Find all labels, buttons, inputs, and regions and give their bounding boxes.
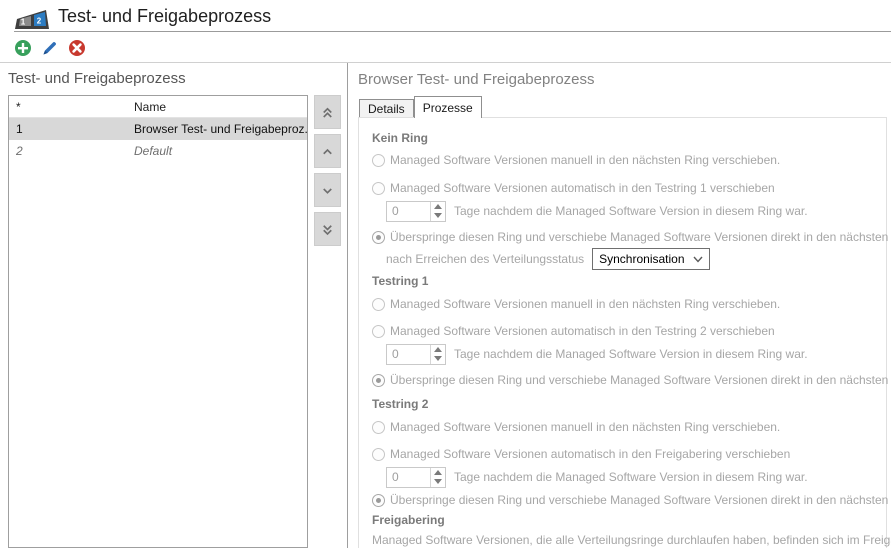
testring1-days-row: 0 Tage nachdem die Managed Software Vers…: [386, 343, 808, 365]
panel-separator: [347, 63, 348, 548]
radio-checked-icon: [372, 231, 385, 244]
testring2-option-manual[interactable]: Managed Software Versionen manuell in de…: [372, 419, 780, 435]
move-to-bottom-button[interactable]: [314, 212, 341, 246]
add-button[interactable]: [14, 39, 32, 57]
test-freigabeprozess-window: 1 2 Test- und Freigabeprozess Test: [0, 0, 891, 548]
spinner-up-icon[interactable]: [431, 345, 445, 355]
tab-strip: Details Prozesse: [359, 96, 482, 118]
spinner-down-icon[interactable]: [431, 354, 445, 364]
days-spinner[interactable]: 0: [386, 344, 446, 365]
edit-button[interactable]: [41, 39, 59, 57]
detail-panel-title: Browser Test- und Freigabeprozess: [358, 71, 595, 88]
radio-unchecked-icon: [372, 325, 385, 338]
days-spinner[interactable]: 0: [386, 201, 446, 222]
reorder-buttons: [314, 95, 341, 246]
testring2-days-row: 0 Tage nachdem die Managed Software Vers…: [386, 466, 808, 488]
svg-text:2: 2: [37, 17, 42, 26]
chevron-down-icon: [320, 183, 335, 198]
spinner-up-icon[interactable]: [431, 468, 445, 478]
radio-checked-icon: [372, 494, 385, 507]
kein-ring-option-manual[interactable]: Managed Software Versionen manuell in de…: [372, 152, 780, 168]
spinner-down-icon[interactable]: [431, 477, 445, 487]
table-row-browser-prozess[interactable]: 1 Browser Test- und Freigabeproz...: [9, 118, 307, 140]
section-heading-testring-2: Testring 2: [372, 397, 428, 411]
column-header-name: Name: [134, 100, 307, 114]
kein-ring-status-row: nach Erreichen des Verteilungsstatus Syn…: [386, 248, 710, 270]
left-panel-title: Test- und Freigabeprozess: [8, 70, 186, 87]
column-header-order: *: [9, 100, 134, 114]
freigabering-description: Managed Software Versionen, die alle Ver…: [372, 533, 891, 547]
section-heading-freigabering: Freigabering: [372, 513, 445, 527]
radio-unchecked-icon: [372, 298, 385, 311]
radio-unchecked-icon: [372, 182, 385, 195]
radio-checked-icon: [372, 374, 385, 387]
radio-unchecked-icon: [372, 421, 385, 434]
section-heading-testring-1: Testring 1: [372, 274, 428, 288]
delete-icon: [68, 39, 86, 57]
verteilungsstatus-select[interactable]: Synchronisation: [592, 248, 709, 270]
chevron-up-icon: [320, 144, 335, 159]
move-down-button[interactable]: [314, 173, 341, 207]
tab-prozesse[interactable]: Prozesse: [414, 96, 482, 118]
testring1-option-manual[interactable]: Managed Software Versionen manuell in de…: [372, 296, 780, 312]
testring2-option-auto[interactable]: Managed Software Versionen automatisch i…: [372, 446, 790, 462]
page-title: Test- und Freigabeprozess: [58, 6, 271, 27]
add-icon: [14, 39, 32, 57]
testring1-option-skip[interactable]: Überspringe diesen Ring und verschiebe M…: [372, 372, 891, 388]
tab-details[interactable]: Details: [359, 99, 414, 117]
kein-ring-option-auto[interactable]: Managed Software Versionen automatisch i…: [372, 180, 775, 196]
move-up-button[interactable]: [314, 134, 341, 168]
radio-unchecked-icon: [372, 448, 385, 461]
days-spinner[interactable]: 0: [386, 467, 446, 488]
testring2-option-skip[interactable]: Überspringe diesen Ring und verschiebe M…: [372, 492, 891, 508]
svg-text:1: 1: [21, 18, 26, 27]
kein-ring-option-skip[interactable]: Überspringe diesen Ring und verschiebe M…: [372, 229, 891, 245]
chevron-down-icon: [693, 256, 703, 263]
edit-pencil-icon: [41, 39, 59, 57]
table-header: * Name: [9, 96, 307, 118]
prozesse-tab-panel: Kein Ring Managed Software Versionen man…: [358, 117, 887, 548]
toolbar-divider: [0, 62, 891, 63]
table-row-default[interactable]: 2 Default: [9, 140, 307, 162]
spinner-down-icon[interactable]: [431, 211, 445, 221]
double-chevron-up-icon: [320, 105, 335, 120]
move-to-top-button[interactable]: [314, 95, 341, 129]
radio-unchecked-icon: [372, 154, 385, 167]
testring1-option-auto[interactable]: Managed Software Versionen automatisch i…: [372, 323, 775, 339]
double-chevron-down-icon: [320, 222, 335, 237]
delete-button[interactable]: [68, 39, 86, 57]
title-divider: [14, 31, 891, 32]
process-table: * Name 1 Browser Test- und Freigabeproz.…: [8, 95, 308, 548]
kein-ring-days-row: 0 Tage nachdem die Managed Software Vers…: [386, 200, 808, 222]
spinner-up-icon[interactable]: [431, 202, 445, 212]
process-rings-icon: 1 2: [14, 7, 50, 31]
section-heading-kein-ring: Kein Ring: [372, 131, 428, 145]
toolbar: [14, 39, 86, 57]
